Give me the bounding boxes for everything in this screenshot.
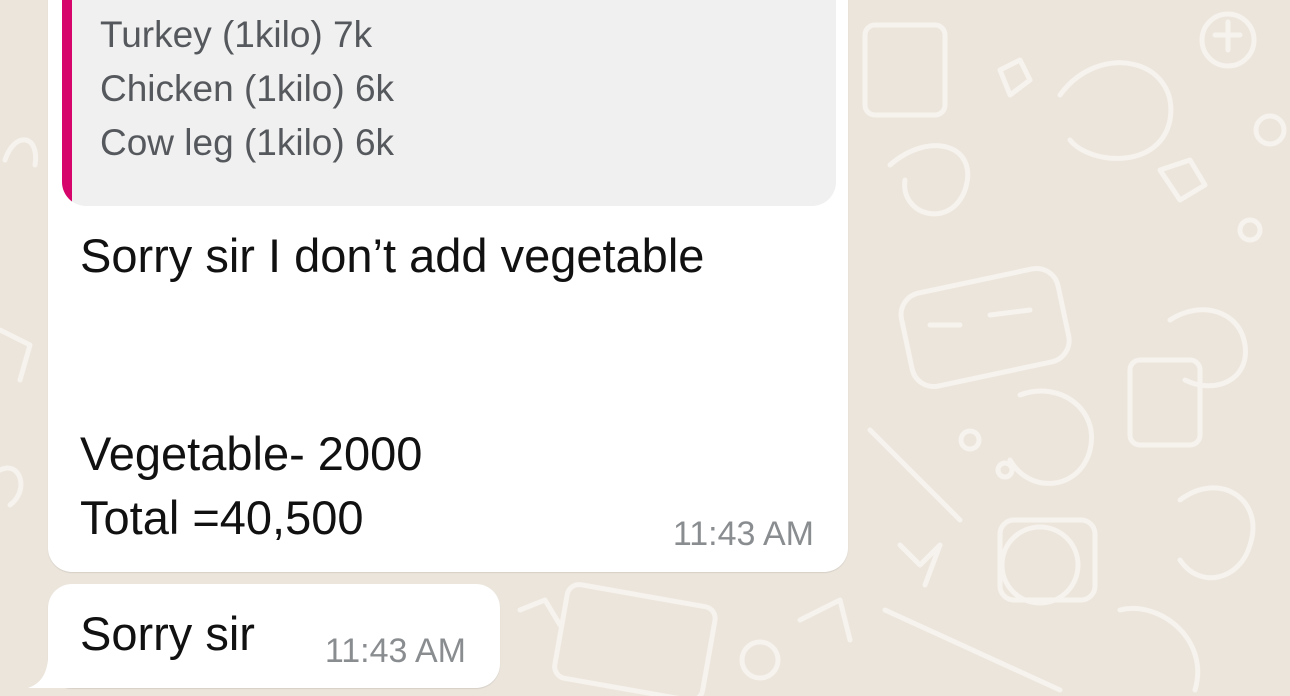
message-timestamp: 11:43 AM: [324, 632, 466, 670]
message-text: Sorry sir I don’t add vegetable: [80, 229, 705, 282]
bubble-tail: [28, 640, 78, 688]
message-bubble[interactable]: Turkey (1kilo) 7k Chicken (1kilo) 6k Cow…: [48, 0, 848, 572]
quoted-message[interactable]: Turkey (1kilo) 7k Chicken (1kilo) 6k Cow…: [62, 0, 836, 206]
message-text: Sorry sir: [80, 607, 255, 660]
message-timestamp: 11:43 AM: [672, 515, 814, 553]
quoted-line: Cow leg (1kilo) 6k: [100, 122, 395, 163]
quoted-line: Turkey (1kilo) 7k: [100, 14, 373, 55]
quoted-line: Chicken (1kilo) 6k: [100, 68, 395, 109]
message-text: Total =40,500: [80, 491, 364, 544]
message-bubble[interactable]: Sorry sir 11:43 AM: [48, 584, 500, 688]
message-text: Vegetable- 2000: [80, 427, 423, 480]
quote-accent-bar: [62, 0, 72, 206]
